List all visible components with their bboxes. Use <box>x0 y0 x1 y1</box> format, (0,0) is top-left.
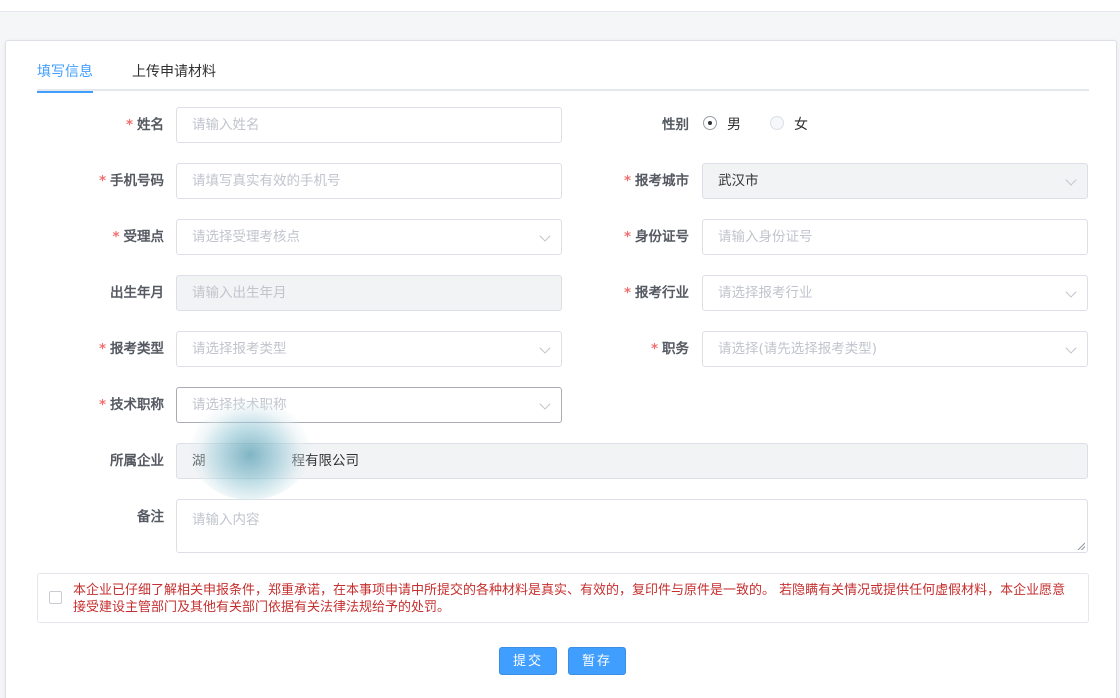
chevron-down-icon <box>539 398 551 410</box>
company-label: 所属企业 <box>110 453 164 469</box>
tab-bar: 填写信息 上传申请材料 <box>37 41 1089 93</box>
idcard-label: * 身份证号 <box>623 229 689 245</box>
industry-select[interactable]: 请选择报考行业 <box>702 275 1088 311</box>
birth-label: 出生年月 <box>110 285 164 301</box>
gender-male-radio[interactable]: 男 <box>703 107 741 143</box>
chevron-down-icon <box>1065 174 1077 186</box>
company-input[interactable]: 湖程有限公司 <box>176 443 1088 479</box>
position-select[interactable]: 请选择(请先选择报考类型) <box>702 331 1088 367</box>
save-draft-button[interactable]: 暂存 <box>568 647 626 675</box>
gender-female-radio[interactable]: 女 <box>770 107 808 143</box>
agreement-box: 本企业已仔细了解相关申报条件，郑重承诺，在本事项申请中所提交的各种材料是真实、有… <box>37 573 1089 623</box>
form-card: 填写信息 上传申请材料 * 姓名 请输入姓名 性别 男 女 * 手机号码 请填写真实… <box>5 40 1117 698</box>
city-label: * 报考城市 <box>623 173 689 189</box>
industry-label: * 报考行业 <box>623 285 689 301</box>
submit-button[interactable]: 提交 <box>499 647 557 675</box>
phone-label: * 手机号码 <box>98 173 164 189</box>
site-label: * 受理点 <box>112 229 164 245</box>
agreement-text: 本企业已仔细了解相关申报条件，郑重承诺，在本事项申请中所提交的各种材料是真实、有… <box>73 583 1066 615</box>
birth-input[interactable]: 请输入出生年月 <box>176 275 562 311</box>
radio-unchecked-icon <box>770 116 784 130</box>
radio-checked-icon <box>703 116 717 130</box>
phone-input[interactable]: 请填写真实有效的手机号 <box>176 163 562 199</box>
remark-label: 备注 <box>137 509 164 525</box>
name-label: * 姓名 <box>125 117 164 133</box>
name-input[interactable]: 请输入姓名 <box>176 107 562 143</box>
gender-label: 性别 <box>662 117 689 133</box>
tab-fill-info[interactable]: 填写信息 <box>37 63 93 93</box>
city-select[interactable]: 武汉市 <box>702 163 1088 199</box>
site-select[interactable]: 请选择受理考核点 <box>176 219 562 255</box>
type-select[interactable]: 请选择报考类型 <box>176 331 562 367</box>
idcard-input[interactable]: 请输入身份证号 <box>702 219 1088 255</box>
chevron-down-icon <box>1065 286 1077 298</box>
top-bar <box>0 0 1120 12</box>
chevron-down-icon <box>1065 342 1077 354</box>
tab-upload-materials[interactable]: 上传申请材料 <box>132 63 216 91</box>
tech-title-label: * 技术职称 <box>98 397 164 413</box>
tech-title-select[interactable]: 请选择技术职称 <box>176 387 562 423</box>
agreement-checkbox[interactable] <box>49 591 62 604</box>
resize-handle-icon[interactable] <box>1077 542 1085 550</box>
type-label: * 报考类型 <box>98 341 164 357</box>
position-label: * 职务 <box>650 341 689 357</box>
remark-textarea[interactable]: 请输入内容 <box>176 499 1088 553</box>
